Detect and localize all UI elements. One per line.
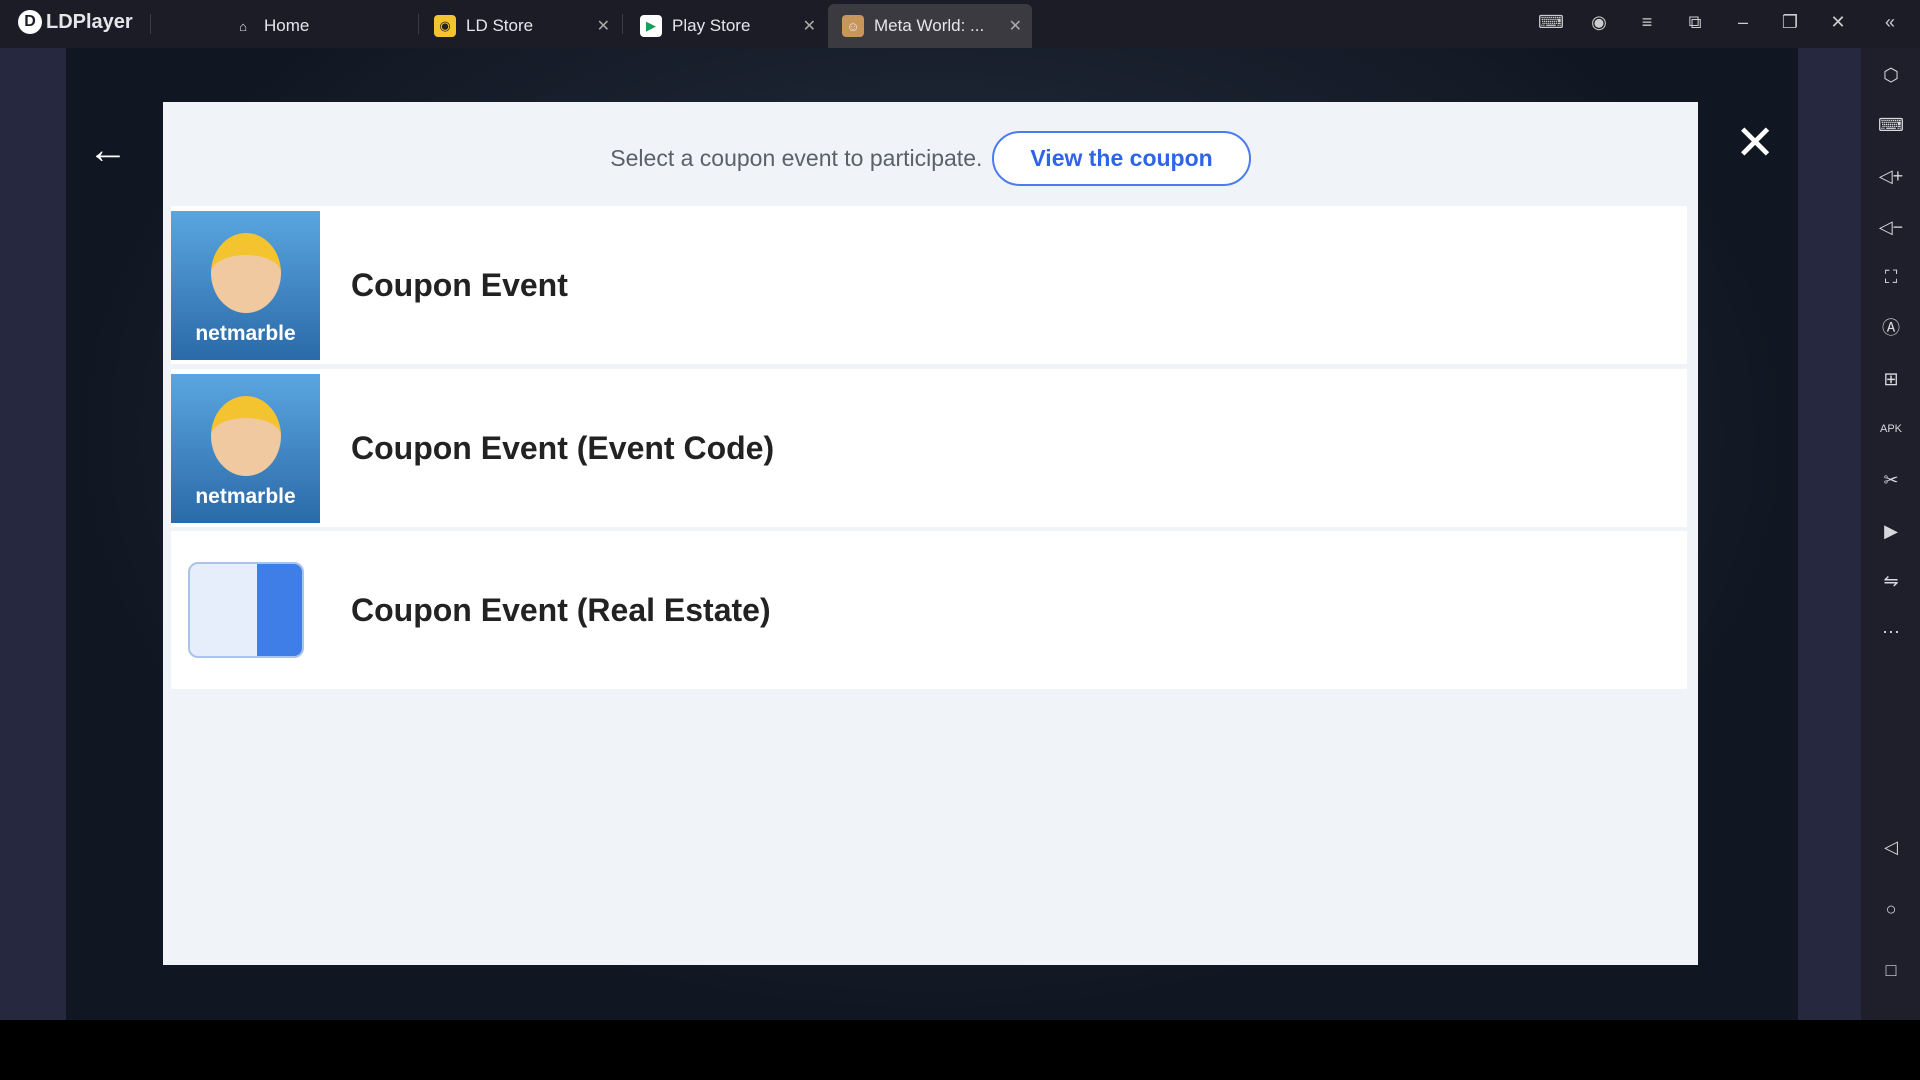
title-bar: D LDPlayer ⌂ Home ◉ LD Store ✕ ▶ Play Store ✕ … [0, 0, 1920, 48]
sync-icon[interactable]: ⇋ [1878, 568, 1904, 594]
dialog-prompt: Select a coupon event to participate. [610, 144, 983, 171]
fullscreen-icon[interactable]: ⛶ [1878, 264, 1904, 290]
coupon-event-code-item[interactable]: netmarble Coupon Event (Event Code) [171, 369, 1687, 527]
multi-instance-icon[interactable]: ⊞ [1878, 366, 1904, 392]
close-window-icon[interactable]: ✕ [1826, 12, 1850, 33]
settings-icon[interactable]: ⬡ [1878, 62, 1904, 88]
back-nav-icon[interactable]: ◁ [1878, 834, 1904, 860]
tab-ld-store[interactable]: ◉ LD Store ✕ [420, 4, 620, 48]
tab-label: Home [264, 16, 310, 35]
event-label: Coupon Event [351, 266, 568, 303]
game-icon: ☺ [842, 15, 864, 37]
account-icon[interactable]: ◉ [1587, 12, 1611, 33]
gamepad-icon[interactable]: ⌨ [1538, 12, 1564, 33]
home-icon: ⌂ [239, 18, 247, 34]
ldplayer-logo: D LDPlayer [18, 10, 133, 34]
collapse-sidebar-icon[interactable]: « [1878, 12, 1902, 33]
close-tab-icon[interactable]: ✕ [803, 16, 816, 36]
back-arrow-icon[interactable]: ← [88, 128, 128, 173]
window-mode-icon[interactable]: ⧉ [1683, 12, 1707, 33]
keyboard-icon[interactable]: ⌨ [1878, 112, 1904, 138]
tab-label: LD Store [466, 16, 534, 35]
menu-icon[interactable]: ≡ [1635, 12, 1659, 33]
coupon-dialog: Select a coupon event to participate. Vi… [163, 102, 1698, 965]
real-estate-ticket-icon [171, 535, 320, 685]
view-coupon-button[interactable]: View the coupon [992, 130, 1251, 186]
play-store-icon: ▶ [640, 15, 662, 37]
volume-up-icon[interactable]: ◁+ [1878, 163, 1904, 189]
tab-meta-world[interactable]: ☺ Meta World: ... ✕ [828, 4, 1032, 48]
volume-down-icon[interactable]: ◁− [1878, 214, 1904, 240]
tab-play-store[interactable]: ▶ Play Store ✕ [626, 4, 826, 48]
restore-icon[interactable]: ❐ [1778, 12, 1802, 33]
event-label: Coupon Event (Event Code) [351, 429, 775, 466]
netmarble-thumbnail: netmarble [171, 210, 320, 360]
close-dialog-icon[interactable]: ✕ [1735, 120, 1775, 168]
more-icon[interactable]: ⋯ [1878, 619, 1904, 645]
coupon-event-real-estate-item[interactable]: Coupon Event (Real Estate) [171, 531, 1687, 689]
close-tab-icon[interactable]: ✕ [1009, 16, 1022, 36]
tool-sidebar: ⬡ ⌨ ◁+ ◁− ⛶ Ⓐ ⊞ APK ✂ ▶ ⇋ ⋯ ◁ ○ □ [1861, 48, 1920, 1020]
recents-nav-icon[interactable]: □ [1878, 957, 1904, 983]
coupon-event-item[interactable]: netmarble Coupon Event [171, 206, 1687, 364]
ld-store-icon: ◉ [434, 15, 456, 37]
rotate-icon[interactable]: Ⓐ [1878, 315, 1904, 341]
home-nav-icon[interactable]: ○ [1878, 896, 1904, 922]
scissors-icon[interactable]: ✂ [1878, 467, 1904, 493]
record-icon[interactable]: ▶ [1878, 518, 1904, 544]
left-strip [0, 48, 66, 1020]
right-strip [1798, 48, 1861, 1020]
app-name: LDPlayer [46, 10, 133, 33]
tab-home[interactable]: ⌂ Home [218, 4, 323, 48]
close-tab-icon[interactable]: ✕ [597, 16, 610, 36]
event-label: Coupon Event (Real Estate) [351, 591, 771, 628]
netmarble-thumbnail: netmarble [171, 373, 320, 523]
tab-label: Meta World: ... [874, 16, 985, 35]
apk-install-icon[interactable]: APK [1878, 416, 1904, 442]
minimize-icon[interactable]: – [1731, 12, 1755, 33]
tab-label: Play Store [672, 16, 751, 35]
